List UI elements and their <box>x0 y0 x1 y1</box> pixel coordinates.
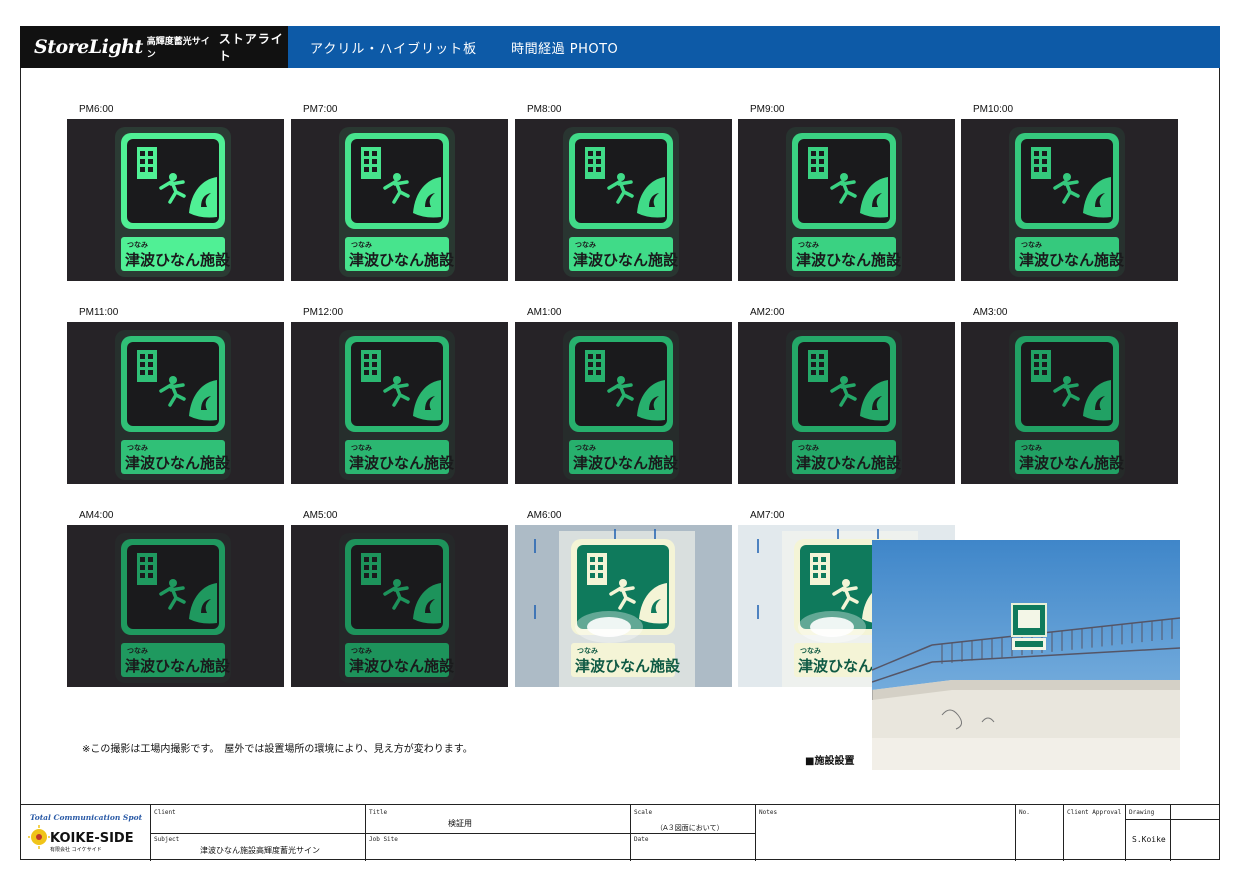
sign-photo: つなみ津波ひなん施設 <box>515 119 732 281</box>
title-value: 検証用 <box>448 819 472 828</box>
photo-time-label: AM7:00 <box>750 510 785 521</box>
sign-text: 津波ひなん施設 <box>573 251 679 269</box>
photo-cell: AM2:00 つなみ津波ひなん施設 <box>738 307 955 485</box>
photo-time-label: PM11:00 <box>79 307 119 318</box>
photo-cell: PM9:00 つなみ津波ひなん施設 <box>738 104 955 282</box>
photo-cell: PM12:00 つなみ津波ひなん施設 <box>291 307 508 485</box>
page-title: アクリル・ハイブリット板 <box>310 41 478 57</box>
sign-photo: つなみ津波ひなん施設 <box>738 119 955 281</box>
photo-cell: AM4:00 つなみ津波ひなん施設 <box>67 510 284 688</box>
title-block: Total Communication Spot KOIKE-SIDE 有限会社… <box>20 804 1220 861</box>
sign-photo: つなみ津波ひなん施設 <box>67 322 284 484</box>
sign-photo: つなみ津波ひなん施設 <box>515 525 732 687</box>
sign-photo: つなみ津波ひなん施設 <box>961 119 1178 281</box>
photo-time-label: AM2:00 <box>750 307 785 318</box>
photo-cell: AM5:00 つなみ津波ひなん施設 <box>291 510 508 688</box>
sign-furigana: つなみ <box>575 240 596 249</box>
sign-photo: つなみ津波ひなん施設 <box>961 322 1178 484</box>
page-subtitle: 時間経過 PHOTO <box>511 41 619 57</box>
svg-text:Total Communication Spot: Total Communication Spot <box>30 813 143 822</box>
photo-cell: AM6:00 つなみ津波ひなん施設 <box>515 510 732 688</box>
sign-text: 津波ひなん施設 <box>575 657 681 675</box>
photo-cell: PM8:00 つなみ津波ひなん施設 <box>515 104 732 282</box>
disclaimer-note: ※この撮影は工場内撮影です。 屋外では設置場所の環境により、見え方が変わります。 <box>82 744 473 755</box>
sign-photo: つなみ津波ひなん施設 <box>291 119 508 281</box>
sign-photo: つなみ津波ひなん施設 <box>738 322 955 484</box>
svg-text:有限会社 コイケサイド: 有限会社 コイケサイド <box>50 846 102 853</box>
sign-text: 津波ひなん施設 <box>349 251 455 269</box>
svg-text:KOIKE-SIDE: KOIKE-SIDE <box>50 831 134 846</box>
photo-time-label: AM4:00 <box>79 510 114 521</box>
sign-furigana: つなみ <box>127 240 148 249</box>
sign-furigana: つなみ <box>127 443 148 452</box>
sign-photo: つなみ津波ひなん施設 <box>291 322 508 484</box>
sign-text: 津波ひなん施設 <box>349 454 455 472</box>
install-photo <box>872 540 1180 770</box>
sign-furigana: つなみ <box>351 240 372 249</box>
sign-furigana: つなみ <box>798 443 819 452</box>
sign-text: 津波ひなん施設 <box>796 454 902 472</box>
title-label: Title <box>369 809 388 816</box>
jobsite-label: Job Site <box>369 836 398 843</box>
brand-logo: StoreLight <box>34 36 143 58</box>
company-logo: Total Communication Spot KOIKE-SIDE 有限会社… <box>28 811 146 855</box>
client-approval-label: Client Approval <box>1067 809 1122 816</box>
sign-furigana: つなみ <box>351 443 372 452</box>
brand-subtitle: 高輝度蓄光サイン <box>146 37 210 60</box>
notes-label: Notes <box>759 809 778 816</box>
sign-furigana: つなみ <box>575 443 596 452</box>
subject-value: 津波ひなん施設高輝度蓄光サイン <box>200 846 320 855</box>
photo-time-label: PM8:00 <box>527 104 562 115</box>
sign-furigana: つなみ <box>127 646 148 655</box>
brand-area: StoreLight 高輝度蓄光サイン ストアライト <box>20 26 288 68</box>
brand-kana: ストアライト <box>218 32 284 63</box>
sign-furigana: つなみ <box>1021 443 1042 452</box>
sign-text: 津波ひなん施設 <box>125 251 231 269</box>
sign-text: 津波ひなん施設 <box>125 454 231 472</box>
subject-label: Subject <box>154 836 180 843</box>
photo-time-label: AM3:00 <box>973 307 1008 318</box>
sign-photo: つなみ津波ひなん施設 <box>515 322 732 484</box>
title-area: アクリル・ハイブリット板 時間経過 PHOTO <box>288 26 1220 68</box>
client-label: Client <box>154 809 176 816</box>
scale-value: （A３図面において） <box>656 824 724 832</box>
sign-photo: つなみ津波ひなん施設 <box>67 525 284 687</box>
sign-text: 津波ひなん施設 <box>796 251 902 269</box>
photo-time-label: AM6:00 <box>527 510 562 521</box>
photo-time-label: AM5:00 <box>303 510 338 521</box>
header-bar: StoreLight 高輝度蓄光サイン ストアライト アクリル・ハイブリット板 … <box>20 26 1220 68</box>
sign-text: 津波ひなん施設 <box>1019 251 1125 269</box>
photo-time-label: PM7:00 <box>303 104 338 115</box>
sign-furigana: つなみ <box>798 240 819 249</box>
sign-photo: つなみ津波ひなん施設 <box>291 525 508 687</box>
sign-text: 津波ひなん施設 <box>1019 454 1125 472</box>
photo-time-label: PM10:00 <box>973 104 1014 115</box>
scale-label: Scale <box>634 809 653 816</box>
photo-time-label: PM9:00 <box>750 104 785 115</box>
sign-furigana: つなみ <box>351 646 372 655</box>
photo-cell: AM3:00 つなみ津波ひなん施設 <box>961 307 1178 485</box>
sign-text: 津波ひなん施設 <box>125 657 231 675</box>
photo-time-label: PM12:00 <box>303 307 344 318</box>
photo-cell: AM1:00 つなみ津波ひなん施設 <box>515 307 732 485</box>
photo-cell: PM11:00 つなみ津波ひなん施設 <box>67 307 284 485</box>
drawn-by: S.Koike <box>1132 835 1166 844</box>
photo-time-label: PM6:00 <box>79 104 114 115</box>
photo-time-label: AM1:00 <box>527 307 562 318</box>
photo-cell: PM10:00 つなみ津波ひなん施設 <box>961 104 1178 282</box>
sign-text: 津波ひなん施設 <box>573 454 679 472</box>
sign-furigana: つなみ <box>577 646 598 655</box>
drawing-label: Drawing <box>1129 809 1155 816</box>
install-label: ■施設設置 <box>805 756 855 767</box>
no-label: No. <box>1019 809 1030 816</box>
photo-cell: PM7:00 つなみ津波ひなん施設 <box>291 104 508 282</box>
sign-photo: つなみ津波ひなん施設 <box>67 119 284 281</box>
photo-cell: PM6:00 つなみ津波ひなん施設 <box>67 104 284 282</box>
date-label: Date <box>634 836 649 843</box>
sign-furigana: つなみ <box>1021 240 1042 249</box>
sign-furigana: つなみ <box>800 646 821 655</box>
sign-text: 津波ひなん施設 <box>349 657 455 675</box>
